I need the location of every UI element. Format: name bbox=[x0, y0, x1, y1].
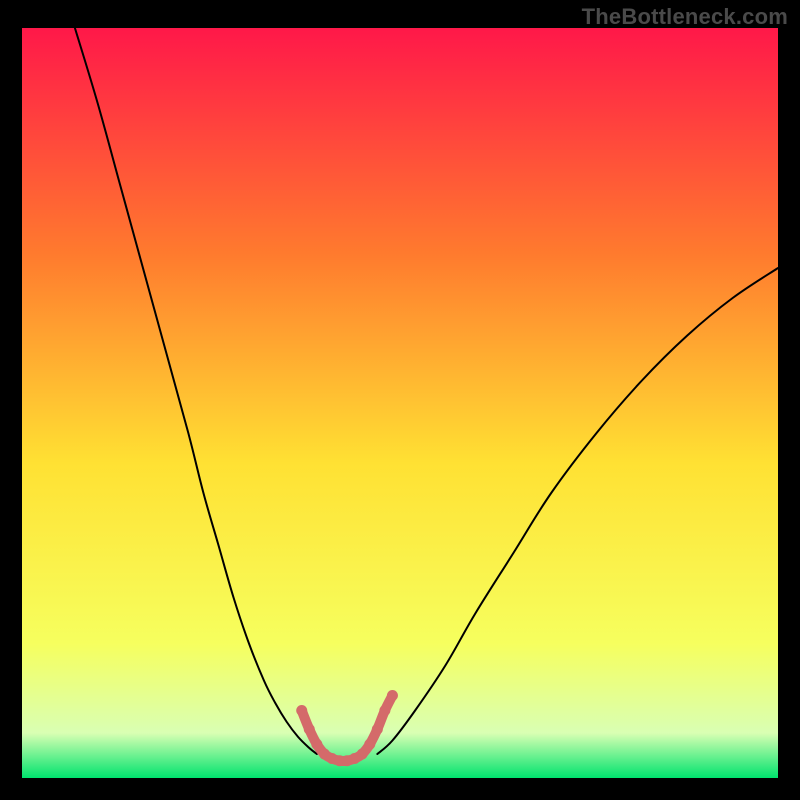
plot-svg bbox=[22, 28, 778, 778]
accent-dot bbox=[311, 739, 322, 750]
accent-dot bbox=[387, 690, 398, 701]
gradient-backdrop bbox=[22, 28, 778, 778]
accent-dot bbox=[357, 749, 368, 760]
accent-dot bbox=[364, 739, 375, 750]
accent-dot bbox=[296, 705, 307, 716]
accent-dot bbox=[379, 705, 390, 716]
plot-area bbox=[22, 28, 778, 778]
watermark-label: TheBottleneck.com bbox=[582, 4, 788, 30]
accent-dot bbox=[304, 724, 315, 735]
accent-dot bbox=[372, 724, 383, 735]
chart-stage: TheBottleneck.com bbox=[0, 0, 800, 800]
